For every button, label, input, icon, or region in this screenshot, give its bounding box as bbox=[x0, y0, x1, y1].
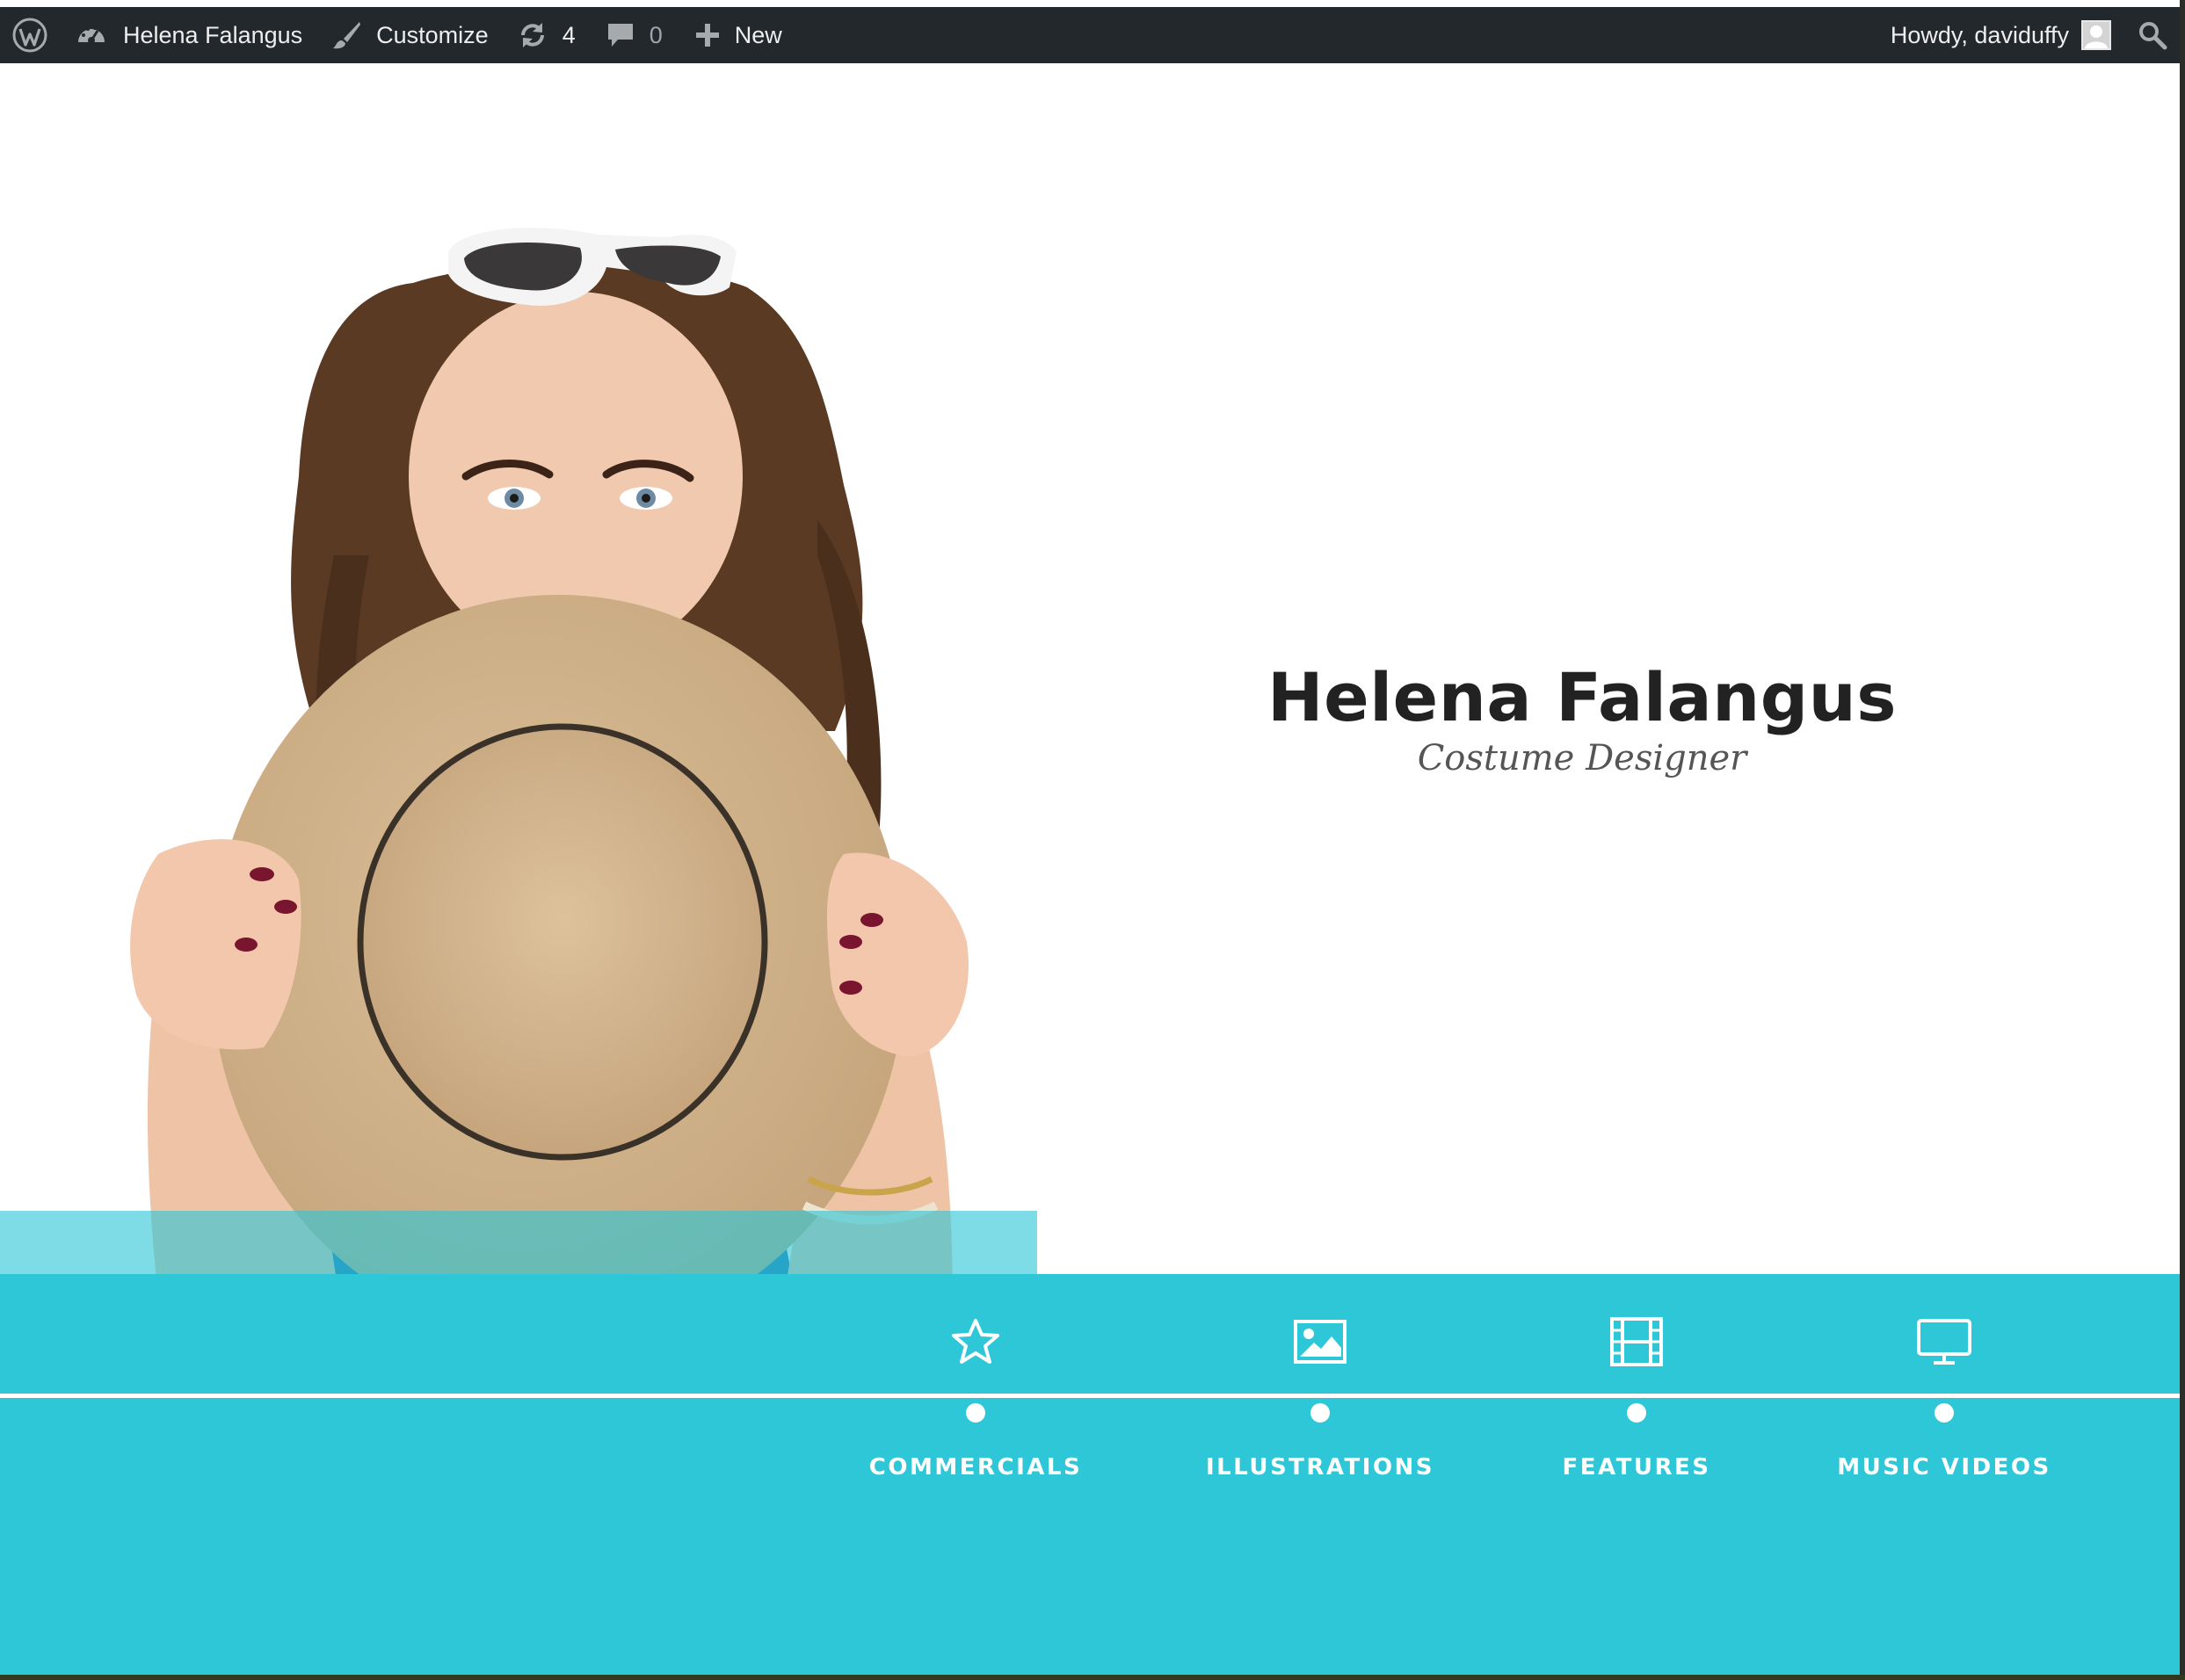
avatar bbox=[2081, 20, 2111, 50]
hero-title-block: Helena Falangus Costume Designer bbox=[1230, 661, 1934, 778]
window-top-edge bbox=[0, 0, 2185, 7]
updates-link[interactable]: 4 bbox=[489, 7, 576, 63]
monitor-icon bbox=[1917, 1319, 1971, 1365]
nav-label-commercials: COMMERCIALS bbox=[868, 1454, 1083, 1481]
my-account-menu[interactable]: Howdy, daviduffy bbox=[1891, 7, 2111, 63]
customize-label: Customize bbox=[376, 21, 489, 48]
timeline-dot bbox=[1935, 1403, 1954, 1423]
admin-bar: Helena Falangus Customize 4 0 New Howdy,… bbox=[0, 7, 2180, 63]
updates-count: 4 bbox=[562, 21, 576, 48]
site-tagline: Costume Designer bbox=[1417, 737, 1747, 778]
nav-label-music-videos: MUSIC VIDEOS bbox=[1837, 1454, 2051, 1481]
plus-icon bbox=[695, 24, 719, 47]
nav-label-features: FEATURES bbox=[1562, 1454, 1711, 1481]
comments-link[interactable]: 0 bbox=[576, 7, 663, 63]
timeline-dot bbox=[966, 1403, 985, 1423]
film-icon bbox=[1610, 1317, 1663, 1366]
nav-item-illustrations[interactable]: ILLUSTRATIONS bbox=[1162, 1311, 1478, 1481]
howdy-greeting: Howdy, daviduffy bbox=[1890, 21, 2069, 48]
search-button[interactable] bbox=[2111, 7, 2180, 63]
comment-icon bbox=[607, 24, 633, 47]
nav-item-features[interactable]: FEATURES bbox=[1478, 1311, 1795, 1481]
site-name-menu[interactable]: Helena Falangus bbox=[67, 7, 302, 63]
window-bottom-edge bbox=[0, 1675, 2185, 1680]
image-icon bbox=[1294, 1320, 1347, 1364]
nav-item-commercials[interactable]: COMMERCIALS bbox=[817, 1311, 1134, 1481]
paintbrush-icon bbox=[333, 22, 361, 49]
new-label: New bbox=[734, 21, 782, 48]
dashboard-icon bbox=[78, 26, 105, 44]
hero-photo bbox=[0, 228, 1037, 1399]
timeline-dot bbox=[1310, 1403, 1330, 1423]
customize-link[interactable]: Customize bbox=[302, 7, 489, 63]
star-icon bbox=[952, 1319, 999, 1364]
wordpress-menu[interactable] bbox=[0, 7, 67, 63]
wordpress-logo-icon bbox=[12, 18, 47, 53]
nav-item-music-videos[interactable]: MUSIC VIDEOS bbox=[1786, 1311, 2102, 1481]
search-icon bbox=[2139, 22, 2167, 50]
site-page: Helena Falangus Costume Designer COMMERC… bbox=[0, 63, 2180, 1675]
user-silhouette-icon bbox=[2085, 25, 2108, 48]
window-right-edge bbox=[2180, 0, 2185, 1680]
nav-label-illustrations: ILLUSTRATIONS bbox=[1205, 1454, 1435, 1481]
site-name-label: Helena Falangus bbox=[123, 21, 303, 48]
site-title: Helena Falangus bbox=[1267, 658, 1898, 736]
timeline-dot bbox=[1627, 1403, 1646, 1423]
updates-icon bbox=[520, 23, 544, 47]
new-content-menu[interactable]: New bbox=[663, 7, 782, 63]
comments-count: 0 bbox=[649, 21, 663, 48]
